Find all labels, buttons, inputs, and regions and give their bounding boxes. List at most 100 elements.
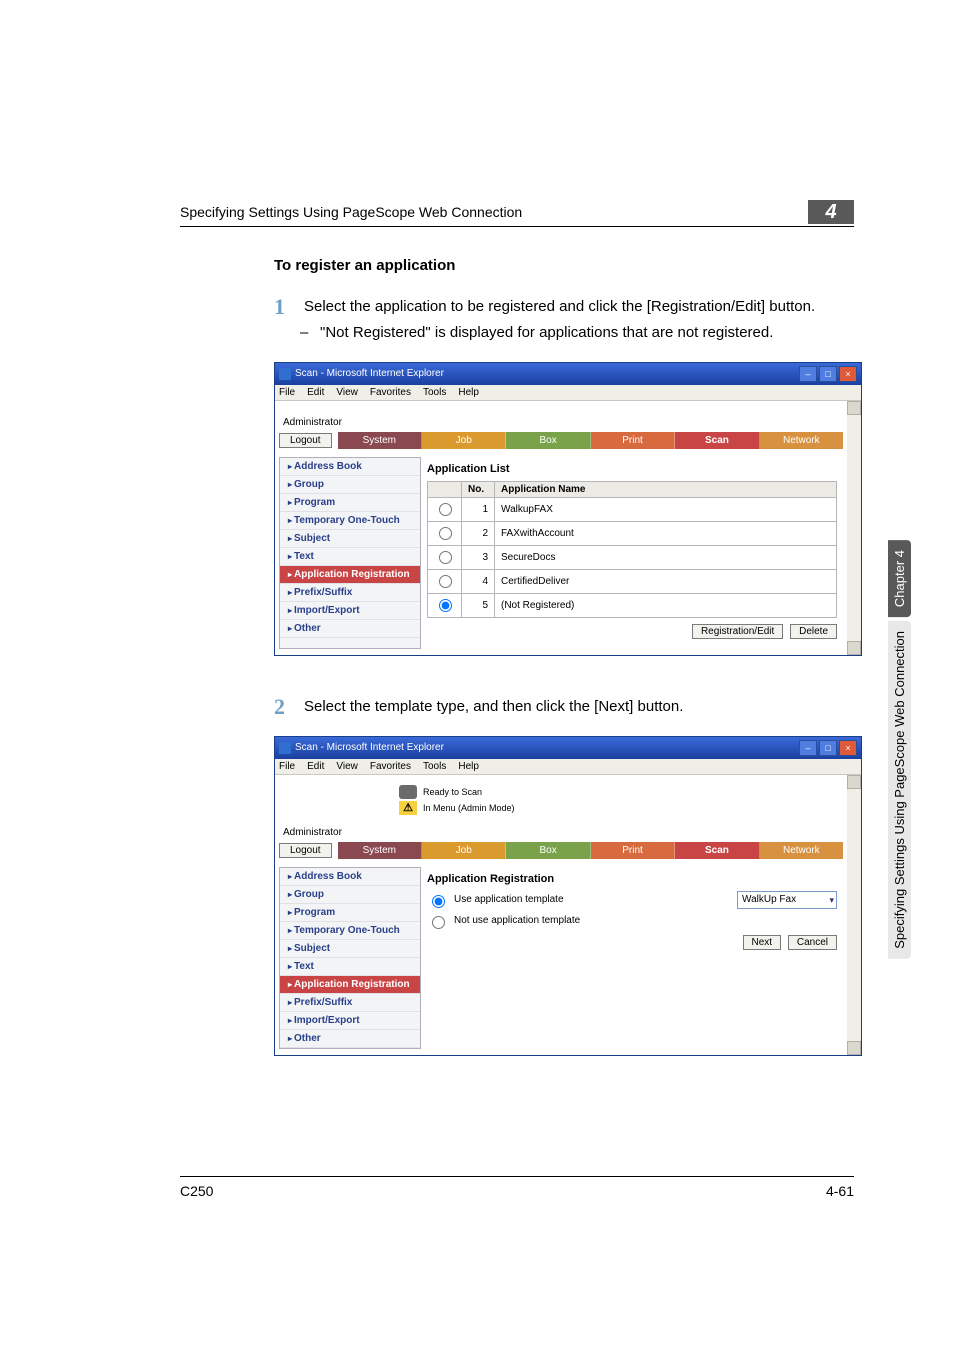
- sidebar-item-program[interactable]: Program: [280, 494, 420, 512]
- cancel-button[interactable]: Cancel: [788, 935, 837, 950]
- tab-system[interactable]: System: [338, 842, 422, 859]
- sidebar-item-application-registration[interactable]: Application Registration: [280, 566, 420, 584]
- tab-job[interactable]: Job: [422, 432, 506, 449]
- step-2: 2 Select the template type, and then cli…: [274, 696, 854, 718]
- logout-button[interactable]: Logout: [279, 843, 332, 858]
- app-list-heading: Application List: [427, 463, 837, 475]
- menu-help[interactable]: Help: [458, 387, 479, 398]
- scroll-down-icon[interactable]: [847, 1041, 861, 1055]
- scroll-up-icon[interactable]: [847, 775, 861, 789]
- not-use-template-label: Not use application template: [454, 915, 580, 926]
- tab-box[interactable]: Box: [506, 842, 590, 859]
- footer-rule: [180, 1176, 854, 1177]
- menu-view[interactable]: View: [336, 761, 358, 772]
- tab-print[interactable]: Print: [591, 432, 675, 449]
- footer-right: 4-61: [826, 1183, 854, 1199]
- menu-view[interactable]: View: [336, 387, 358, 398]
- ie-icon: [279, 742, 291, 754]
- footer-left: C250: [180, 1183, 213, 1199]
- ie-menubar: File Edit View Favorites Tools Help: [275, 385, 861, 401]
- menu-tools[interactable]: Tools: [423, 387, 446, 398]
- scroll-up-icon[interactable]: [847, 401, 861, 415]
- window-maximize-button[interactable]: □: [819, 366, 837, 382]
- scrollbar[interactable]: [847, 775, 861, 1055]
- sidebar-item-application-registration[interactable]: Application Registration: [280, 976, 420, 994]
- step-sub: "Not Registered" is displayed for applic…: [320, 322, 854, 344]
- row-no: 3: [462, 545, 495, 569]
- sidebar-item-import-export[interactable]: Import/Export: [280, 602, 420, 620]
- template-select[interactable]: WalkUp Fax: [737, 891, 837, 909]
- ie-menubar: File Edit View Favorites Tools Help: [275, 759, 861, 775]
- row-radio[interactable]: [439, 551, 452, 564]
- menu-edit[interactable]: Edit: [307, 761, 324, 772]
- scroll-down-icon[interactable]: [847, 641, 861, 655]
- tab-network[interactable]: Network: [760, 842, 843, 859]
- sidebar-item-other[interactable]: Other: [280, 620, 420, 638]
- tab-system[interactable]: System: [338, 432, 422, 449]
- sidebar-item-temp-one-touch[interactable]: Temporary One-Touch: [280, 512, 420, 530]
- menu-file[interactable]: File: [279, 387, 295, 398]
- tab-box[interactable]: Box: [506, 432, 590, 449]
- tab-job[interactable]: Job: [422, 842, 506, 859]
- section-title: To register an application: [274, 257, 854, 274]
- row-radio[interactable]: [439, 575, 452, 588]
- table-row: 2 FAXwithAccount: [428, 521, 837, 545]
- sidebar-item-program[interactable]: Program: [280, 904, 420, 922]
- row-radio[interactable]: [439, 503, 452, 516]
- delete-button[interactable]: Delete: [790, 624, 837, 639]
- tab-scan[interactable]: Scan: [675, 842, 759, 859]
- ie-icon: [279, 368, 291, 380]
- sidebar-item-text[interactable]: Text: [280, 548, 420, 566]
- row-radio[interactable]: [439, 527, 452, 540]
- use-template-label: Use application template: [454, 894, 564, 905]
- sidebar-item-prefix-suffix[interactable]: Prefix/Suffix: [280, 994, 420, 1012]
- menu-help[interactable]: Help: [458, 761, 479, 772]
- registration-edit-button[interactable]: Registration/Edit: [692, 624, 783, 639]
- menu-tools[interactable]: Tools: [423, 761, 446, 772]
- logout-button[interactable]: Logout: [279, 433, 332, 448]
- menu-favorites[interactable]: Favorites: [370, 761, 411, 772]
- tab-scan[interactable]: Scan: [675, 432, 759, 449]
- tab-print[interactable]: Print: [591, 842, 675, 859]
- window-minimize-button[interactable]: –: [799, 740, 817, 756]
- menu-favorites[interactable]: Favorites: [370, 387, 411, 398]
- next-button[interactable]: Next: [743, 935, 782, 950]
- sidebar-item-address-book[interactable]: Address Book: [280, 868, 420, 886]
- row-no: 4: [462, 569, 495, 593]
- app-reg-heading: Application Registration: [427, 873, 837, 885]
- scrollbar[interactable]: [847, 401, 861, 655]
- sidebar-item-group[interactable]: Group: [280, 886, 420, 904]
- not-use-template-radio[interactable]: [432, 916, 445, 929]
- ie-window-app-registration: Scan - Microsoft Internet Explorer – □ ×…: [274, 736, 862, 1056]
- sidebar-item-address-book[interactable]: Address Book: [280, 458, 420, 476]
- row-name: FAXwithAccount: [495, 521, 837, 545]
- window-minimize-button[interactable]: –: [799, 366, 817, 382]
- menu-edit[interactable]: Edit: [307, 387, 324, 398]
- sidebar-item-temp-one-touch[interactable]: Temporary One-Touch: [280, 922, 420, 940]
- window-close-button[interactable]: ×: [839, 366, 857, 382]
- sidebar-item-import-export[interactable]: Import/Export: [280, 1012, 420, 1030]
- row-no: 1: [462, 497, 495, 521]
- side-tab-section: Specifying Settings Using PageScope Web …: [888, 621, 911, 959]
- sidebar-item-prefix-suffix[interactable]: Prefix/Suffix: [280, 584, 420, 602]
- row-name: SecureDocs: [495, 545, 837, 569]
- row-radio[interactable]: [439, 599, 452, 612]
- sidebar-item-other[interactable]: Other: [280, 1030, 420, 1048]
- menu-file[interactable]: File: [279, 761, 295, 772]
- window-close-button[interactable]: ×: [839, 740, 857, 756]
- ie-title: Scan - Microsoft Internet Explorer: [295, 368, 444, 379]
- window-maximize-button[interactable]: □: [819, 740, 837, 756]
- table-row: 1 WalkupFAX: [428, 497, 837, 521]
- sidebar-item-text[interactable]: Text: [280, 958, 420, 976]
- col-name: Application Name: [495, 481, 837, 497]
- tab-network[interactable]: Network: [760, 432, 843, 449]
- status-line2: In Menu (Admin Mode): [423, 803, 515, 813]
- page-header: Specifying Settings Using PageScope Web …: [180, 204, 522, 220]
- ie-title: Scan - Microsoft Internet Explorer: [295, 742, 444, 753]
- use-template-radio[interactable]: [432, 895, 445, 908]
- sidebar-item-subject[interactable]: Subject: [280, 940, 420, 958]
- ie-titlebar: Scan - Microsoft Internet Explorer – □ ×: [275, 737, 861, 759]
- sidebar-item-group[interactable]: Group: [280, 476, 420, 494]
- sidebar-item-subject[interactable]: Subject: [280, 530, 420, 548]
- table-row: 5 (Not Registered): [428, 593, 837, 617]
